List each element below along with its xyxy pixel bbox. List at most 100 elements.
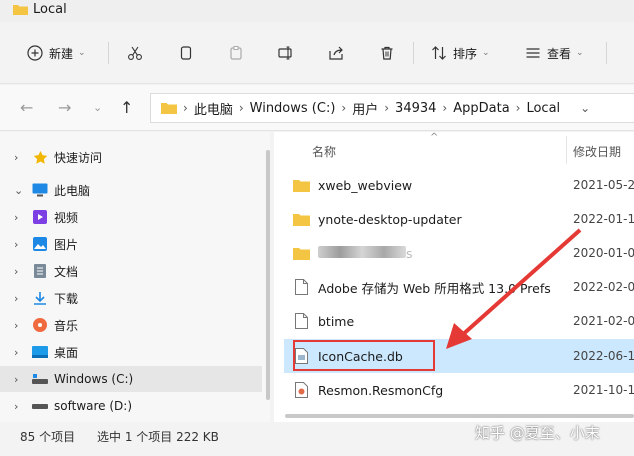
chevron-right-icon[interactable]: › [14, 265, 28, 278]
nav-item-label: Windows (C:) [54, 372, 134, 386]
nav-item-music[interactable]: › 音乐 [0, 312, 262, 338]
chevron-down-icon[interactable]: ⌄ [14, 184, 28, 197]
recent-chevron-icon[interactable]: ⌄ [93, 101, 102, 114]
nav-item-label: 文档 [54, 264, 79, 279]
nav-item-desktop[interactable]: › 桌面 [0, 339, 262, 365]
nav-item-documents[interactable]: › 文档 [0, 258, 262, 284]
breadcrumb-windows-c[interactable]: Windows (C:) [250, 101, 336, 116]
chevron-right-icon[interactable]: › [14, 238, 28, 251]
sort-icon [432, 46, 446, 60]
toolbar-divider [413, 42, 414, 64]
nav-item-label: 下载 [54, 291, 79, 306]
new-button[interactable]: 新建 ⌄ [27, 40, 86, 66]
column-header-name[interactable]: 名称 [312, 143, 336, 160]
rename-button[interactable] [278, 40, 296, 66]
picture-icon [32, 236, 48, 252]
breadcrumb-appdata[interactable]: AppData [453, 101, 509, 116]
toolbar-divider [108, 42, 109, 64]
download-icon [32, 290, 48, 306]
file-name: Resmon.ResmonCfg [318, 382, 444, 398]
folder-icon [292, 176, 310, 194]
nav-item-label: 快速访问 [54, 150, 103, 165]
chevron-down-icon[interactable]: ⌄ [580, 101, 590, 115]
breadcrumb-separator-icon: › [238, 101, 244, 115]
nav-pane-scrollbar[interactable] [266, 150, 270, 400]
breadcrumb-separator-icon: › [183, 101, 188, 115]
nav-item-software-d[interactable]: › software (D:) [0, 393, 262, 419]
selection-info: 选中 1 个项目 222 KB [97, 430, 219, 444]
horizontal-scrollbar[interactable] [285, 414, 634, 418]
drive-icon [32, 371, 48, 387]
copy-button[interactable] [178, 40, 194, 66]
nav-item-windows-c[interactable]: › Windows (C:) [0, 366, 262, 392]
title-bar: Local [0, 0, 634, 22]
file-name: s [406, 245, 413, 261]
nav-item-label: 图片 [54, 237, 79, 252]
video-icon [32, 209, 48, 225]
chevron-right-icon[interactable]: › [14, 400, 28, 413]
share-button[interactable] [328, 40, 344, 66]
file-name: xweb_webview [318, 177, 413, 193]
file-icon [292, 278, 310, 296]
breadcrumb-user-id[interactable]: 34934 [395, 101, 436, 116]
breadcrumb-separator-icon: › [442, 101, 448, 115]
chevron-right-icon[interactable]: › [14, 373, 28, 386]
nav-item-this-pc[interactable]: ⌄ 此电脑 [0, 177, 262, 203]
address-bar[interactable]: › 此电脑 › Windows (C:) › 用户 › 34934 › AppD… [150, 93, 634, 123]
nav-item-label: 视频 [54, 210, 79, 225]
new-label: 新建 [49, 46, 74, 61]
command-bar: 新建 ⌄ 排序 ⌄ 查看 ⌄ [0, 22, 634, 84]
back-arrow-icon[interactable]: ← [20, 98, 33, 117]
column-divider[interactable] [566, 136, 567, 164]
rename-icon [278, 46, 292, 60]
breadcrumb-separator-icon: › [384, 101, 390, 115]
sort-label: 排序 [453, 46, 478, 61]
sort-button[interactable]: 排序 ⌄ [431, 40, 490, 66]
folder-icon [292, 210, 310, 228]
nav-item-videos[interactable]: › 视频 [0, 204, 262, 230]
music-icon [32, 317, 48, 333]
paste-icon [230, 46, 242, 60]
file-row[interactable]: xweb_webview 2021-05-2 [284, 168, 634, 202]
nav-item-label: 音乐 [54, 318, 79, 333]
chevron-right-icon[interactable]: › [14, 346, 28, 359]
view-list-icon [526, 48, 540, 58]
nav-item-quick-access[interactable]: › 快速访问 [0, 144, 262, 170]
breadcrumb-separator-icon: › [515, 101, 521, 115]
file-explorer-window: Local 新建 ⌄ 排序 ⌄ 查看 ⌄ ← → ⌄ ↑ › 此电脑 › Win… [0, 0, 634, 456]
chevron-down-icon: ⌄ [482, 48, 490, 58]
breadcrumb-users[interactable]: 用户 [352, 99, 378, 118]
paste-button[interactable] [228, 40, 244, 66]
nav-item-downloads[interactable]: › 下载 [0, 285, 262, 311]
sort-ascending-icon: ^ [430, 132, 439, 143]
view-button[interactable]: 查看 ⌄ [525, 40, 584, 66]
column-header-modified[interactable]: 修改日期 [573, 143, 621, 160]
window-title: Local [33, 2, 67, 17]
delete-button[interactable] [379, 40, 395, 66]
chevron-right-icon[interactable]: › [14, 211, 28, 224]
file-name-blurred: s [318, 245, 413, 261]
breadcrumb-this-pc[interactable]: 此电脑 [194, 99, 233, 118]
trash-icon [381, 46, 393, 60]
up-arrow-icon[interactable]: ↑ [120, 98, 133, 117]
watermark: 知乎 @夏至、小末 [475, 424, 600, 442]
file-date: 2022-01-1 [573, 212, 634, 226]
annotation-arrow-icon [446, 228, 582, 349]
nav-item-label: 桌面 [54, 345, 79, 360]
toolbar-divider [606, 42, 607, 64]
cut-button[interactable] [127, 40, 143, 66]
nav-item-pictures[interactable]: › 图片 [0, 231, 262, 257]
chevron-right-icon[interactable]: › [14, 292, 28, 305]
chevron-right-icon[interactable]: › [14, 319, 28, 332]
navigation-pane: › 快速访问 ⌄ 此电脑 › 视频 › 图片 › 文档 › 下载 › 音乐 › … [0, 132, 270, 422]
file-row[interactable]: Resmon.ResmonCfg 2021-10-1 [284, 373, 634, 407]
plus-circle-icon [27, 45, 43, 61]
breadcrumb-local[interactable]: Local [526, 101, 560, 116]
forward-arrow-icon[interactable]: → [58, 98, 71, 117]
pc-icon [32, 182, 48, 198]
share-icon [329, 46, 343, 60]
file-name: btime [318, 313, 355, 329]
highlight-box [293, 340, 435, 371]
chevron-right-icon[interactable]: › [14, 151, 28, 164]
nav-item-label: software (D:) [54, 399, 132, 413]
